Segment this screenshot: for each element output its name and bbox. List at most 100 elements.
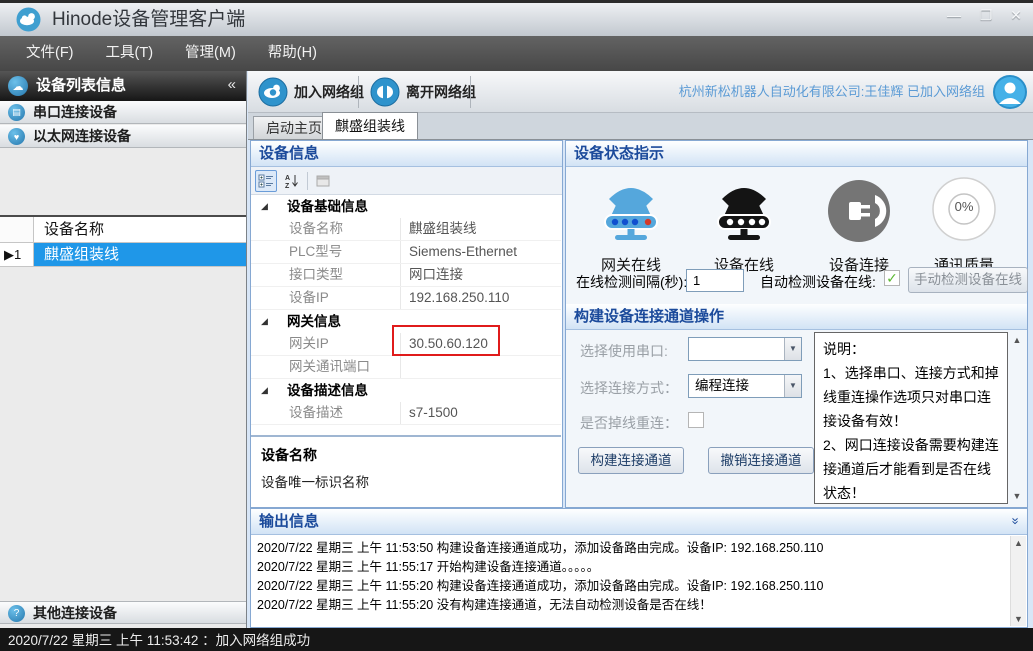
build-channel-button[interactable]: 构建连接通道: [578, 447, 684, 474]
serial-device-icon: ▤: [8, 104, 25, 121]
note-line: 2、网口连接设备需要构建连接通道后才能看到是否在线状态！: [823, 433, 999, 504]
output-scrollbar[interactable]: ▲ ▼: [1010, 536, 1026, 626]
indicator-device-online: 设备在线: [689, 173, 799, 275]
auto-detect-label: 自动检测设备在线:: [760, 272, 876, 292]
app-logo-icon: [16, 7, 41, 32]
description-title: 设备名称: [261, 445, 551, 465]
status-bar-text: 2020/7/22 星期三 上午 11:53:42 ：加入网络组成功: [8, 633, 310, 648]
toolbar-divider: [358, 76, 359, 108]
network-toolbar: 加入网络组 离开网络组 杭州新松机器人自动化有限公司:王佳辉 已加入网络组: [248, 71, 1033, 113]
sidebar-header: ☁ 设备列表信息 «: [0, 71, 246, 101]
log-line: 2020/7/22 星期三 上午 11:55:20 没有构建连接通道，无法自动检…: [257, 596, 1007, 615]
indicator-gateway-online: 网关在线: [576, 173, 686, 275]
join-network-icon: [258, 77, 288, 107]
svg-text:A: A: [285, 175, 290, 182]
sidebar-item-other-devices[interactable]: ? 其他连接设备: [0, 601, 246, 624]
device-status-panel: 设备状态指示 网关在线 设备在线 设备连接 0% 通讯质量 在线检测间隔(秒):…: [565, 140, 1028, 508]
category-device-basic-info[interactable]: ◢设备基础信息: [251, 195, 561, 218]
categorized-view-icon[interactable]: [255, 170, 277, 192]
output-log: 2020/7/22 星期三 上午 11:53:50 构建设备连接通道成功，添加设…: [257, 539, 1007, 615]
row-marker: ▶1: [0, 243, 34, 267]
tab-qisheng-line[interactable]: 麒盛组装线: [322, 112, 418, 139]
gateway-online-icon: [593, 173, 669, 245]
property-row-interface-type[interactable]: 接口类型网口连接: [251, 264, 561, 287]
user-network-status: 杭州新松机器人自动化有限公司:王佳辉 已加入网络组: [679, 71, 985, 113]
sidebar-item-serial-devices[interactable]: ▤ 串口连接设备: [0, 101, 246, 124]
minimize-button[interactable]: —: [941, 3, 967, 27]
scroll-up-icon[interactable]: ▲: [1011, 538, 1026, 548]
toolbar-divider: [470, 76, 471, 108]
property-row-gateway-port[interactable]: 网关通讯端口: [251, 356, 561, 379]
toolbar-divider: [307, 172, 308, 190]
leave-network-icon: [370, 77, 400, 107]
serial-port-label: 选择使用串口:: [580, 341, 668, 361]
close-button[interactable]: ✕: [1003, 3, 1029, 27]
device-table: 设备名称 ▶1 麒盛组装线: [0, 215, 246, 267]
reconnect-checkbox[interactable]: [688, 412, 704, 428]
device-list-sidebar: ☁ 设备列表信息 « ▤ 串口连接设备 ♥ 以太网连接设备 设备名称 ▶1 麒盛…: [0, 71, 247, 628]
device-status-header: 设备状态指示: [566, 141, 1027, 167]
property-row-device-description[interactable]: 设备描述s7-1500: [251, 402, 561, 425]
scroll-up-icon[interactable]: ▲: [1009, 335, 1025, 345]
output-collapse-icon[interactable]: »: [1003, 517, 1027, 524]
title-bar: Hinode设备管理客户端 — ❐ ✕: [0, 3, 1033, 36]
category-device-description-info[interactable]: ◢设备描述信息: [251, 379, 561, 402]
revoke-channel-button[interactable]: 撤销连接通道: [708, 447, 814, 474]
maximize-button[interactable]: ❐: [973, 3, 999, 27]
menu-tools[interactable]: 工具(T): [90, 36, 170, 71]
combo-arrow-icon[interactable]: ▼: [784, 375, 801, 397]
quality-percent: 0%: [909, 199, 1019, 214]
device-row-name[interactable]: 麒盛组装线: [34, 243, 246, 267]
sidebar-title: 设备列表信息: [36, 71, 126, 101]
menu-manage[interactable]: 管理(M): [169, 36, 252, 71]
interval-label: 在线检测间隔(秒):: [576, 272, 687, 292]
log-line: 2020/7/22 星期三 上午 11:55:20 构建设备连接通道成功，添加设…: [257, 577, 1007, 596]
interval-input[interactable]: [686, 269, 744, 292]
device-row-qisheng[interactable]: ▶1 麒盛组装线: [0, 243, 246, 267]
channel-panel-header: 构建设备连接通道操作: [566, 304, 1027, 330]
other-device-icon: ?: [8, 605, 25, 622]
property-description-area: 设备名称 设备唯一标识名称: [251, 435, 561, 507]
scroll-down-icon[interactable]: ▼: [1009, 491, 1025, 501]
tab-bar: 启动主页 麒盛组装线: [248, 113, 1033, 140]
auto-detect-checkbox[interactable]: ✓: [884, 270, 900, 286]
log-line: 2020/7/22 星期三 上午 11:53:50 构建设备连接通道成功，添加设…: [257, 539, 1007, 558]
status-bar: 2020/7/22 星期三 上午 11:53:42 ：加入网络组成功: [0, 628, 1033, 651]
connect-mode-value: 编程连接: [695, 378, 749, 393]
note-scrollbar[interactable]: ▲ ▼: [1009, 333, 1025, 503]
device-list-icon: ☁: [8, 76, 28, 96]
window-title: Hinode设备管理客户端: [52, 3, 245, 36]
join-network-button[interactable]: 加入网络组: [250, 75, 372, 109]
indicator-comm-quality: 0% 通讯质量: [909, 173, 1019, 275]
sidebar-item-ethernet-devices[interactable]: ♥ 以太网连接设备: [0, 125, 246, 148]
property-row-plc-model[interactable]: PLC型号Siemens-Ethernet: [251, 241, 561, 264]
note-line: 1、选择串口、连接方式和掉线重连操作选项只对串口连接设备有效！: [823, 361, 999, 433]
indicator-device-connect: 设备连接: [804, 173, 914, 275]
gateway-ip-highlight-box: [392, 325, 500, 356]
menu-help[interactable]: 帮助(H): [252, 36, 333, 71]
output-panel: 输出信息 » 2020/7/22 星期三 上午 11:53:50 构建设备连接通…: [250, 508, 1028, 628]
device-info-header: 设备信息: [251, 141, 562, 167]
serial-port-combo[interactable]: ▼: [688, 337, 802, 361]
leave-network-button[interactable]: 离开网络组: [362, 75, 484, 109]
device-online-icon: [706, 173, 782, 245]
reconnect-label: 是否掉线重连：: [580, 413, 678, 433]
property-row-device-ip[interactable]: 设备IP192.168.250.110: [251, 287, 561, 310]
menu-bar: 文件(F) 工具(T) 管理(M) 帮助(H): [0, 36, 1033, 71]
svg-text:Z: Z: [285, 183, 290, 189]
connect-mode-combo[interactable]: 编程连接 ▼: [688, 374, 802, 398]
connect-mode-label: 选择连接方式：: [580, 378, 678, 398]
menu-file[interactable]: 文件(F): [10, 36, 90, 71]
sort-az-icon[interactable]: AZ: [281, 170, 303, 192]
combo-arrow-icon[interactable]: ▼: [784, 338, 801, 360]
manual-detect-button[interactable]: 手动检测设备在线: [908, 267, 1028, 293]
device-info-panel: 设备信息 AZ ◢设备基础信息 设备名称麒盛组装线 PLC型号Siemens-E…: [250, 140, 563, 508]
property-row-device-name[interactable]: 设备名称麒盛组装线: [251, 218, 561, 241]
user-avatar[interactable]: [993, 75, 1027, 109]
app-window: Hinode设备管理客户端 — ❐ ✕ 文件(F) 工具(T) 管理(M) 帮助…: [0, 0, 1033, 651]
device-connect-icon: [821, 173, 897, 245]
device-table-header: 设备名称: [0, 217, 246, 243]
sidebar-collapse-icon[interactable]: «: [228, 71, 236, 99]
online-check-row: 在线检测间隔(秒): 自动检测设备在线: ✓ 手动检测设备在线: [574, 267, 1024, 297]
scroll-down-icon[interactable]: ▼: [1011, 614, 1026, 624]
